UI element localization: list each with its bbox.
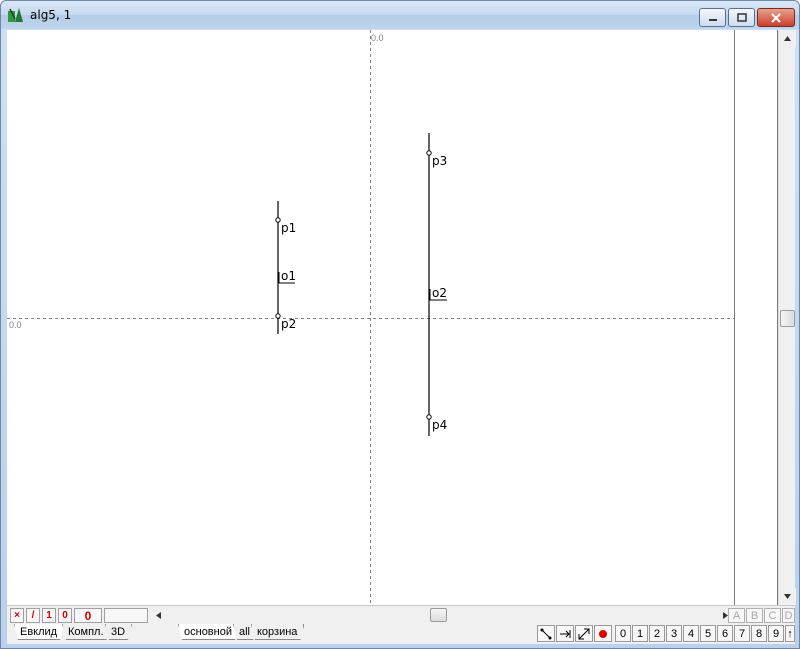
up-arrow-button[interactable]: ↑	[785, 625, 795, 642]
number-button-4[interactable]: 4	[683, 625, 699, 642]
triangle-up-icon	[784, 36, 791, 41]
mode-one-button[interactable]: 1	[42, 608, 56, 623]
blank-field	[104, 608, 148, 623]
axis-top-label: 0.0	[371, 33, 384, 43]
scroll-left-button[interactable]	[150, 607, 166, 623]
right-panel	[734, 30, 778, 605]
triangle-left-icon	[155, 611, 161, 619]
tab-layer-main[interactable]: основной	[178, 624, 239, 640]
arrow-tool-button[interactable]	[556, 625, 574, 642]
line-tool-button[interactable]	[537, 625, 555, 642]
geometry-svg: 0.0 0.0 p1 p2 o1 p3 p4 o2	[7, 30, 734, 605]
counter-button[interactable]: 0	[74, 608, 102, 623]
label-p4: p4	[432, 418, 447, 432]
label-o2: o2	[432, 286, 447, 300]
diagonal-tool-button[interactable]	[575, 625, 593, 642]
tab-complex[interactable]: Компл.	[62, 624, 111, 640]
scroll-up-button[interactable]	[779, 30, 796, 47]
line-tool-icon	[540, 628, 552, 639]
app-window: alg5, 1 0.0 0.0 p1 p2 o1 p3 p4 o2 × / 1 …	[0, 0, 800, 649]
point-p1[interactable]	[275, 217, 281, 223]
number-button-5[interactable]: 5	[700, 625, 716, 642]
number-button-2[interactable]: 2	[649, 625, 665, 642]
triangle-right-icon	[722, 611, 728, 619]
axis-left-label: 0.0	[9, 320, 22, 330]
column-a-button[interactable]: A	[728, 608, 745, 623]
close-icon	[771, 12, 781, 23]
scroll-down-button[interactable]	[779, 588, 796, 605]
client-area: 0.0 0.0 p1 p2 o1 p3 p4 o2 × / 1 0 0 A B …	[7, 30, 796, 644]
app-icon	[8, 8, 23, 22]
number-button-8[interactable]: 8	[751, 625, 767, 642]
mode-zero-button[interactable]: 0	[58, 608, 72, 623]
title-bar[interactable]: alg5, 1	[1, 1, 799, 29]
vertical-scroll-thumb[interactable]	[780, 310, 795, 327]
segment-mode-button[interactable]: /	[26, 608, 40, 623]
point-p3[interactable]	[426, 150, 432, 156]
diagonal-tool-icon	[578, 628, 590, 639]
tab-layer-trash[interactable]: корзина	[251, 624, 304, 640]
point-p2[interactable]	[275, 313, 281, 319]
column-c-button[interactable]: C	[764, 608, 781, 623]
bottom-toolbar-top: × / 1 0 0 A B C D	[7, 605, 795, 623]
tab-3d[interactable]: 3D	[105, 624, 132, 640]
column-d-button[interactable]: D	[782, 608, 795, 623]
vertical-scrollbar[interactable]	[778, 30, 796, 605]
arrow-tool-icon	[560, 629, 571, 638]
number-button-3[interactable]: 3	[666, 625, 682, 642]
drawing-canvas[interactable]: 0.0 0.0 p1 p2 o1 p3 p4 o2	[7, 30, 734, 605]
number-button-9[interactable]: 9	[768, 625, 784, 642]
minimize-button[interactable]	[699, 8, 726, 27]
column-b-button[interactable]: B	[746, 608, 763, 623]
label-p3: p3	[432, 154, 447, 168]
horizontal-scroll-thumb[interactable]	[430, 608, 447, 622]
window-title: alg5, 1	[30, 8, 72, 22]
tab-euclid[interactable]: Евклид	[14, 624, 64, 640]
minimize-icon	[708, 18, 717, 21]
horizontal-scrollbar[interactable]	[150, 607, 733, 623]
number-button-6[interactable]: 6	[717, 625, 733, 642]
number-button-0[interactable]: 0	[615, 625, 631, 642]
bottom-toolbar-bottom: Евклид Компл. 3D основной all корзина 0 …	[7, 623, 795, 644]
label-o1: o1	[281, 269, 296, 283]
maximize-button[interactable]	[728, 8, 755, 27]
maximize-icon	[736, 13, 747, 22]
point-tool-icon	[599, 629, 607, 638]
number-button-7[interactable]: 7	[734, 625, 750, 642]
label-p2: p2	[281, 317, 296, 331]
triangle-down-icon	[784, 594, 791, 599]
point-p4[interactable]	[426, 414, 432, 420]
delete-button[interactable]: ×	[10, 608, 24, 623]
close-button[interactable]	[757, 8, 795, 27]
point-tool-button[interactable]	[594, 625, 612, 642]
label-p1: p1	[281, 221, 296, 235]
number-button-1[interactable]: 1	[632, 625, 648, 642]
